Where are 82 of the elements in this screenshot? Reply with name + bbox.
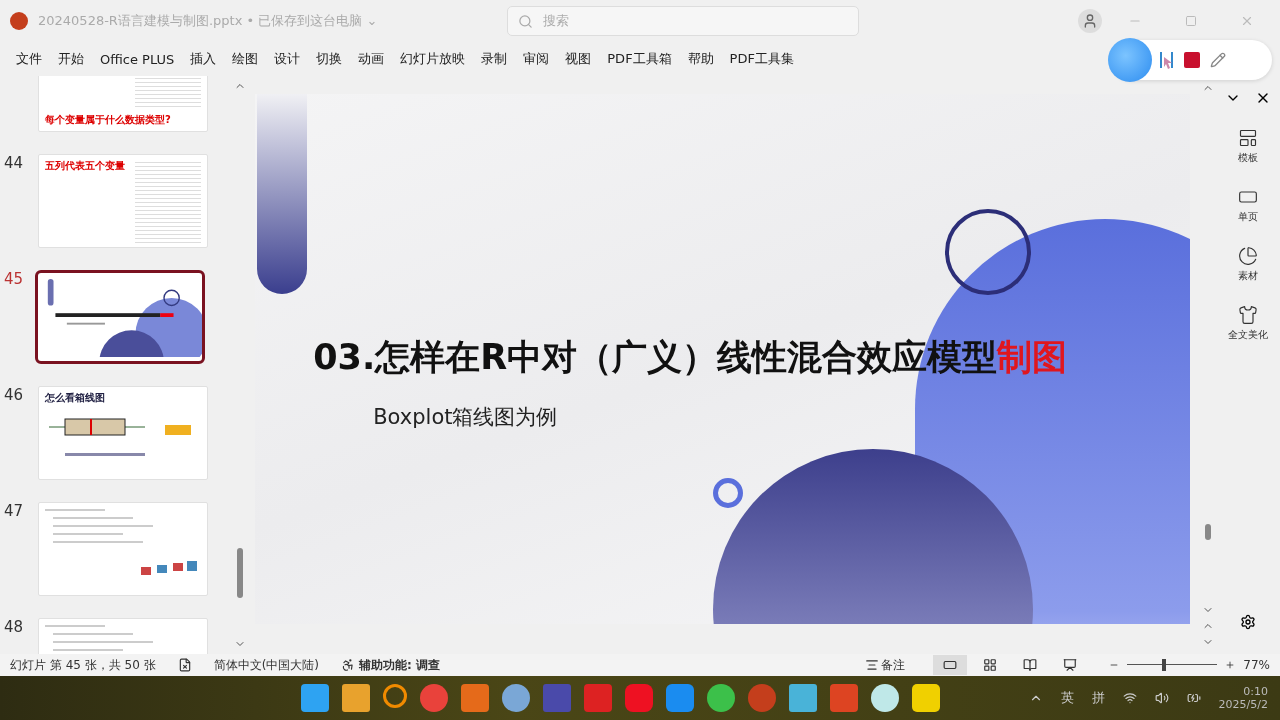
ribbon-tab[interactable]: PDF工具箱 xyxy=(599,46,680,72)
slide-number: 47 xyxy=(3,502,25,520)
slide-number: 46 xyxy=(3,386,25,404)
search-icon xyxy=(518,13,534,29)
ribbon-tab[interactable]: 视图 xyxy=(557,46,600,72)
notes-button[interactable]: 备注 xyxy=(859,655,912,675)
clock-date[interactable]: 2025/5/2 xyxy=(1218,698,1268,711)
ribbon-tab[interactable]: 文件 xyxy=(8,46,50,72)
thumbnail-title: 怎么看箱线图 xyxy=(45,391,106,405)
taskbar-app-icon[interactable] xyxy=(341,684,370,712)
chart-box xyxy=(157,565,167,573)
ribbon-tab[interactable]: 动画 xyxy=(350,46,393,72)
side-panel-button[interactable]: 单页 xyxy=(1237,187,1258,224)
ribbon-tab[interactable]: 录制 xyxy=(473,46,516,72)
thumbnail-title: 每个变量属于什么数据类型? xyxy=(45,113,172,127)
side-panel-button[interactable]: 模板 xyxy=(1237,128,1258,165)
ribbon-tab[interactable]: 审阅 xyxy=(515,46,558,72)
show-view-icon xyxy=(1063,658,1078,672)
slide-thumbnail[interactable]: 怎么看箱线图 xyxy=(38,386,208,480)
zoom-in-icon[interactable] xyxy=(1225,660,1236,670)
pen-icon[interactable] xyxy=(1210,52,1226,68)
powerpoint-logo-icon xyxy=(10,12,28,30)
ribbon-tab[interactable]: 绘图 xyxy=(224,46,267,72)
taskbar-app-icon[interactable] xyxy=(911,684,940,712)
restore-icon xyxy=(1185,15,1197,27)
chart-box xyxy=(187,561,197,571)
beautify-icon xyxy=(1237,305,1258,325)
close-icon xyxy=(1240,14,1254,28)
taskbar-app-icon[interactable] xyxy=(788,684,817,712)
chart-box xyxy=(141,567,151,575)
normal-view-icon xyxy=(943,658,958,672)
settings-icon[interactable] xyxy=(1239,614,1256,630)
zoom-slider-thumb[interactable] xyxy=(1161,659,1166,671)
language-label[interactable]: 简体中文(中国大陆) xyxy=(213,656,319,674)
sorter-view-icon xyxy=(983,658,998,672)
side-panel-button[interactable]: 全文美化 xyxy=(1227,305,1268,342)
accessibility-icon xyxy=(341,658,355,672)
battery-icon[interactable] xyxy=(1186,691,1201,705)
notes-icon xyxy=(865,658,880,672)
slide-counter: 幻灯片 第 45 张，共 50 张 xyxy=(10,656,156,674)
ribbon-tab[interactable]: PDF工具集 xyxy=(721,46,802,72)
asset-icon xyxy=(1237,246,1258,266)
input-method-indicator[interactable]: 英 xyxy=(1060,689,1074,707)
clock-time[interactable]: 0:10 xyxy=(1243,685,1268,698)
ribbon-tab[interactable]: 幻灯片放映 xyxy=(392,46,474,72)
slide-number: 48 xyxy=(3,618,25,636)
taskbar-app-icon[interactable] xyxy=(706,684,735,712)
ribbon-tab[interactable]: 设计 xyxy=(266,46,309,72)
scrollbar-thumb[interactable] xyxy=(1205,524,1211,540)
ribbon-tab[interactable]: 插入 xyxy=(182,46,225,72)
taskbar-app-icon[interactable] xyxy=(382,684,407,708)
account-button[interactable] xyxy=(1078,9,1102,33)
accessibility-status[interactable]: 辅助功能: 调查 xyxy=(341,656,440,674)
chart-box xyxy=(173,563,183,571)
slide-thumbnail[interactable] xyxy=(35,270,205,364)
scrollbar-thumb[interactable] xyxy=(237,548,244,598)
reading-view-icon xyxy=(1023,658,1038,672)
ribbon-tab[interactable]: 切换 xyxy=(308,46,351,72)
slide-number: 44 xyxy=(3,154,25,172)
ribbon-tab[interactable]: Office PLUS xyxy=(92,47,183,71)
small-ring-shape xyxy=(713,478,744,508)
slide-subtitle: Boxplot箱线图为例 xyxy=(373,404,559,431)
zoom-percentage[interactable]: 77% xyxy=(1243,658,1270,672)
ribbon-tab[interactable]: 帮助 xyxy=(679,46,722,72)
cursor-icon[interactable] xyxy=(1160,51,1174,69)
slide-number: 45 xyxy=(3,270,25,288)
recording-orb-icon[interactable] xyxy=(1108,38,1152,82)
person-icon xyxy=(1082,13,1098,29)
side-panel-button[interactable]: 素材 xyxy=(1237,246,1258,283)
volume-icon[interactable] xyxy=(1154,691,1169,705)
wifi-icon[interactable] xyxy=(1122,691,1137,705)
input-method-indicator[interactable]: 拼 xyxy=(1091,689,1105,707)
spelling-icon[interactable] xyxy=(177,658,192,672)
template-icon xyxy=(1237,128,1258,148)
thumbnail-title: 五列代表五个变量 xyxy=(45,159,126,173)
ribbon-tab[interactable]: 开始 xyxy=(50,46,92,72)
slide-thumbnail[interactable]: 每个变量属于什么数据类型? xyxy=(38,76,208,132)
taskbar-app-icon[interactable] xyxy=(501,684,530,712)
view-button[interactable] xyxy=(933,655,968,675)
slide-thumbnail[interactable]: 五列代表五个变量 xyxy=(38,154,208,248)
taskbar-app-icon[interactable] xyxy=(870,684,899,712)
taskbar-app-icon[interactable] xyxy=(300,684,329,712)
